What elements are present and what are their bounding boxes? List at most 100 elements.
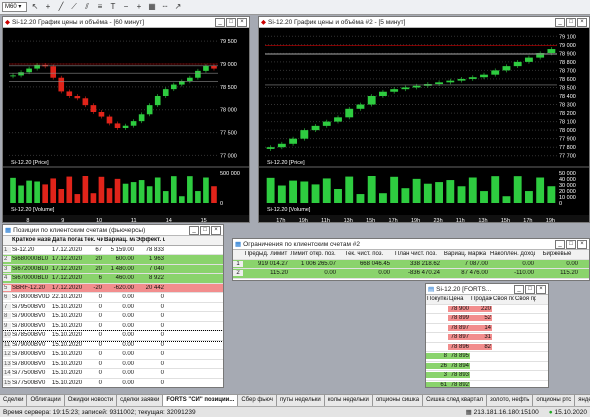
table-row[interactable]: 4 Si670000BL0 17.12.2020 6 460.00 8 922 <box>3 274 223 284</box>
ask-row[interactable]: 78 900 220 <box>426 305 548 314</box>
tab-8[interactable]: опционы сишка <box>373 395 424 406</box>
bid-row[interactable]: 3 78 893 <box>426 371 548 381</box>
maximize-button[interactable]: □ <box>566 239 576 249</box>
column-header[interactable]: Дата погаш. <box>51 237 83 243</box>
tab-5[interactable]: Сбер фьюч <box>238 395 277 406</box>
ask-row[interactable]: 78 899 52 <box>426 314 548 324</box>
tab-4[interactable]: FORTS "СИ" позиции... <box>163 395 239 406</box>
table-row[interactable]: 2 Si680000BL0 17.12.2020 20 600.00 1 963 <box>3 255 223 265</box>
column-header[interactable]: Лимит откр. поз. <box>289 251 337 257</box>
column-header[interactable]: Своя пр. <box>514 296 536 302</box>
column-header[interactable]: Своя пок. <box>492 296 514 302</box>
minimize-button[interactable]: _ <box>514 284 524 294</box>
timeframe-select[interactable]: M60 ▾ <box>2 2 27 12</box>
column-header[interactable]: Цена <box>448 296 470 302</box>
minimize-button[interactable]: _ <box>189 225 199 235</box>
table-row[interactable]: 9 Si78000BV0 15.10.2020 0 0.00 0 <box>3 321 223 331</box>
maximize-button[interactable]: □ <box>525 284 535 294</box>
close-button[interactable]: × <box>237 17 247 27</box>
bid-row[interactable]: 8 78 895 <box>426 352 548 362</box>
table-row[interactable]: 5 SBRF-12.20 17.12.2020 -20 -620.00 20 442 <box>3 283 223 293</box>
column-header[interactable]: Эффект. цен. <box>135 237 165 243</box>
column-header[interactable]: Тек. чист. <box>83 237 103 243</box>
minus-icon[interactable]: − <box>121 2 131 12</box>
close-button[interactable]: × <box>577 239 587 249</box>
column-header[interactable]: Накоплен. доход <box>489 251 535 257</box>
tab-7[interactable]: колы недельки <box>325 395 373 406</box>
column-header[interactable]: Покупка <box>426 296 448 302</box>
column-header[interactable]: План чист. поз. <box>391 251 441 257</box>
table-row[interactable]: 7 Si79500BV0 15.10.2020 0 0.00 0 <box>3 302 223 312</box>
volume-bar <box>211 186 217 203</box>
column-header[interactable]: Тек. чист. поз. <box>337 251 391 257</box>
table-cell: 0.00 <box>566 260 578 267</box>
column-header[interactable]: Вариац. маржа <box>103 237 135 243</box>
table-row[interactable]: 14 Si77500BV0 15.10.2020 0 0.00 0 <box>3 369 223 379</box>
maximize-button[interactable]: □ <box>566 17 576 27</box>
arrow-icon[interactable]: ↗ <box>173 2 183 12</box>
text-icon[interactable]: T <box>108 2 118 12</box>
tab-0[interactable]: Сделки <box>0 395 28 406</box>
close-button[interactable]: × <box>577 17 587 27</box>
volume-bar <box>289 180 298 203</box>
maximize-button[interactable]: □ <box>200 225 210 235</box>
chart2-canvas[interactable]: 79 100 79 000 78 900 78 800 78 700 78 600 78 5… <box>259 28 589 222</box>
table-row[interactable]: 11 Si79000BV0 15.10.2020 0 0.00 0 <box>3 340 223 350</box>
column-header[interactable]: Предыд. лимит <box>243 251 289 257</box>
tab-2[interactable]: Ожидки новости <box>65 395 118 406</box>
table-cell: 0 <box>160 379 164 386</box>
volume-bar <box>412 178 421 203</box>
table-row[interactable]: 1 919 014.27 1 006 265.07 668 046.45 338 218… <box>233 259 589 269</box>
table-row[interactable]: 15 Si77500BV0 15.10.2020 0 0.00 0 <box>3 378 223 387</box>
tab-9[interactable]: Сишка след квартал <box>423 395 488 406</box>
ask-row[interactable]: 78 897 14 <box>426 324 548 333</box>
column-header[interactable]: Вариац. маржа <box>441 251 489 257</box>
tab-1[interactable]: Облигации <box>27 395 65 406</box>
maximize-button[interactable]: □ <box>226 17 236 27</box>
plus-icon[interactable]: + <box>134 2 144 12</box>
tab-6[interactable]: путы недельки <box>277 395 325 406</box>
volume-bar <box>480 191 488 203</box>
x-tick-label: 19h <box>299 218 308 222</box>
column-header[interactable]: Биржевые <box>535 251 579 257</box>
line-icon[interactable]: ╱ <box>56 2 66 12</box>
column-header[interactable]: Продажа <box>470 296 492 302</box>
dash-icon[interactable]: ┄ <box>160 2 170 12</box>
table-row[interactable]: 13 Si78000BV0 15.10.2020 0 0.00 0 <box>3 359 223 369</box>
table-cell: 0 <box>98 379 102 386</box>
fib-icon[interactable]: ≡ <box>95 2 105 12</box>
table-row[interactable]: 10 Si78500BV0 15.10.2020 0 0.00 0 <box>3 330 223 342</box>
grid-icon[interactable]: ▦ <box>147 2 157 12</box>
minimize-button[interactable]: _ <box>215 17 225 27</box>
table-row[interactable]: 1 Si-12.20 17.12.2020 67 5 159.00 78 833 <box>3 245 223 255</box>
tab-10[interactable]: золото, нефть <box>487 395 534 406</box>
table-row[interactable]: 12 Si78000BV0 15.10.2020 0 0.00 0 <box>3 350 223 360</box>
ask-row[interactable]: 78 897 31 <box>426 333 548 343</box>
tab-11[interactable]: опционы ртс <box>533 395 576 406</box>
candle <box>345 108 354 118</box>
row-number: 1 <box>3 246 11 253</box>
table-row[interactable]: 8 Si79000BV0 15.10.2020 0 0.00 0 <box>3 312 223 322</box>
diagonal-icon[interactable]: ⟋ <box>69 2 79 12</box>
volume-bar <box>162 191 169 203</box>
candle <box>513 61 522 67</box>
ask-row[interactable]: 78 896 82 <box>426 343 548 352</box>
bid-row[interactable]: 61 78 892 <box>426 381 548 387</box>
bid-row[interactable]: 26 78 894 <box>426 362 548 371</box>
minimize-button[interactable]: _ <box>555 17 565 27</box>
bid-volume-cell: 61 <box>426 381 448 387</box>
table-row[interactable]: 2 115.20 0.00 0.00 -836 470.24 87 476.00 -110.… <box>233 269 589 279</box>
channel-icon[interactable]: ⫽ <box>82 2 92 12</box>
close-button[interactable]: × <box>211 225 221 235</box>
minimize-button[interactable]: _ <box>555 239 565 249</box>
table-row[interactable]: 6 Si78000BV0D 22.10.2020 0 0.00 0 <box>3 293 223 303</box>
column-header[interactable]: Краткое название <box>11 237 51 243</box>
tab-3[interactable]: сделки заявки <box>117 395 164 406</box>
cross-icon[interactable]: + <box>43 2 53 12</box>
table-row[interactable]: 3 Si672000BL0 17.12.2020 20 1 480.00 7 040 <box>3 264 223 274</box>
chart1-canvas[interactable]: 79 500 79 000 78 500 78 000 77 500 77 000 Si-1… <box>3 28 249 222</box>
volume-bar <box>277 185 286 203</box>
tab-12[interactable]: яндекс <box>575 395 590 406</box>
cursor-icon[interactable]: ↖ <box>30 2 40 12</box>
close-button[interactable]: × <box>536 284 546 294</box>
